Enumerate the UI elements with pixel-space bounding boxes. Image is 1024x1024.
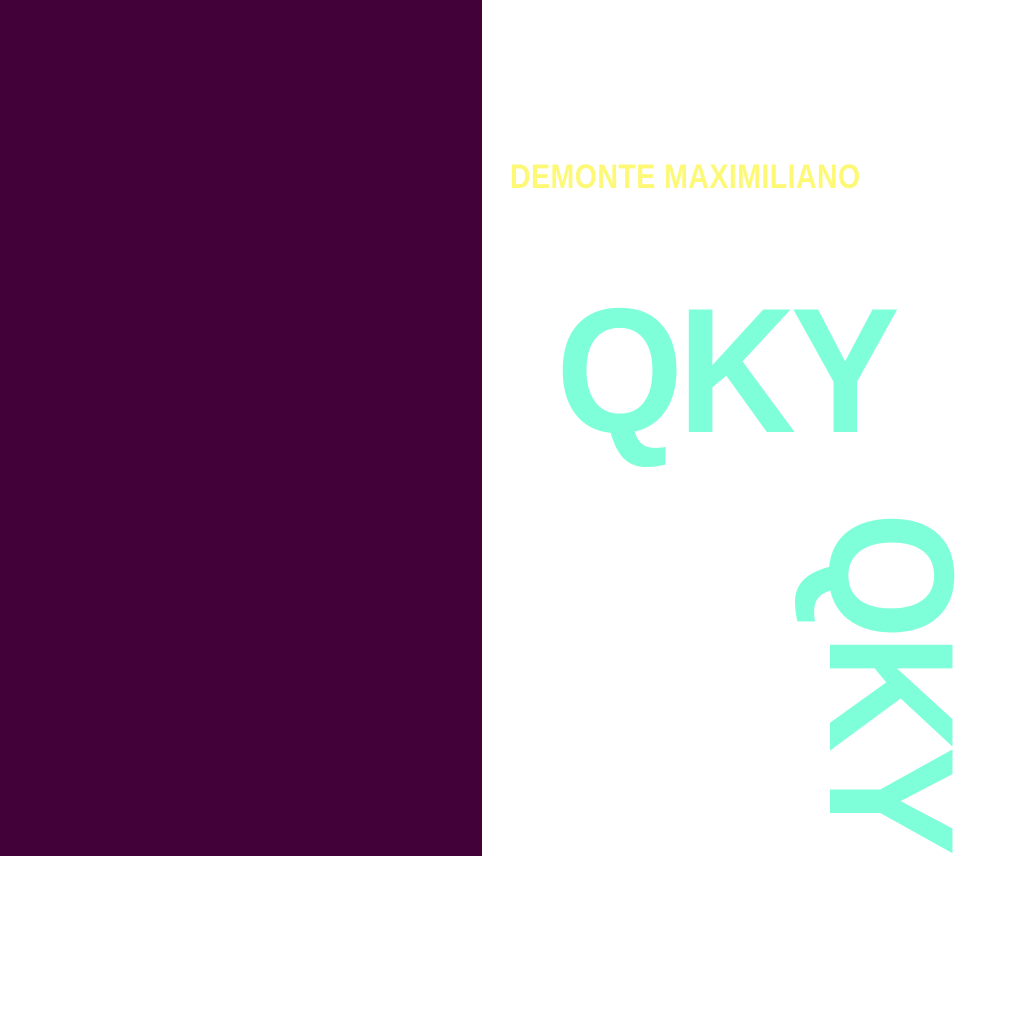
brand-name: DEMONTE MAXIMILIANO xyxy=(510,158,861,196)
brand-mark-rotated-wrapper: QKY xyxy=(792,512,991,850)
color-block-panel xyxy=(0,0,482,856)
brand-mark: QKY xyxy=(556,271,900,470)
poster-canvas: DEMONTE MAXIMILIANO QKY QKY xyxy=(0,0,1024,1024)
brand-mark-rotated: QKY xyxy=(792,512,991,851)
